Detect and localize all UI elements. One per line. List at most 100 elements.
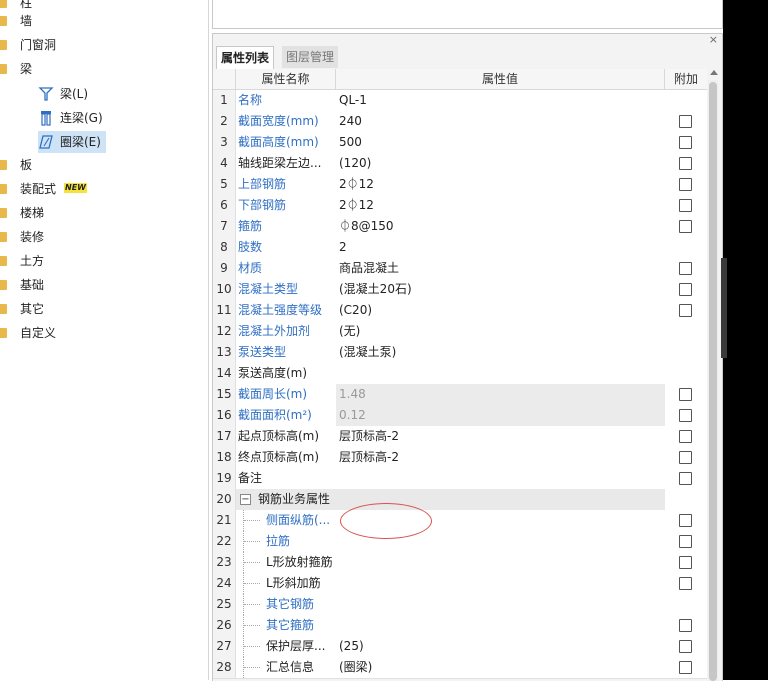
tree-item-label: 板 [20, 158, 33, 172]
property-row[interactable]: 28 汇总信息 (圈梁) [213, 657, 707, 679]
close-icon[interactable]: × [709, 34, 718, 46]
tree-item[interactable]: 其它 [0, 298, 200, 320]
tree-item[interactable]: 梁 [0, 58, 200, 80]
attach-checkbox[interactable] [679, 430, 692, 443]
property-row[interactable]: 7 箍筋 ⏀8@150 [213, 216, 707, 238]
tab-property-list[interactable]: 属性列表 [216, 46, 275, 69]
property-row[interactable]: 19 备注 [213, 468, 707, 490]
property-row[interactable]: 12 混凝土外加剂 (无) [213, 321, 707, 343]
tree-guide-line [244, 604, 260, 606]
property-row[interactable]: 2 截面宽度(mm) 240 [213, 111, 707, 133]
property-row[interactable]: 11 混凝土强度等级 (C20) [213, 300, 707, 322]
property-row[interactable]: 16 截面面积(m²) 0.12 [213, 405, 707, 427]
attach-checkbox[interactable] [679, 640, 692, 653]
property-row[interactable]: 9 材质 商品混凝土 [213, 258, 707, 280]
tree-child-item[interactable]: 圈梁(E) [38, 131, 106, 153]
property-value[interactable]: (混凝土泵) [336, 342, 666, 363]
property-value[interactable]: 层顶标高-2 [336, 426, 666, 447]
attach-checkbox[interactable] [679, 115, 692, 128]
attach-checkbox[interactable] [679, 178, 692, 191]
tree-item[interactable]: 墙 [0, 10, 200, 32]
property-row[interactable]: 21 侧面纵筋(... [213, 510, 707, 532]
property-row[interactable]: 14 泵送高度(m) [213, 363, 707, 385]
property-value[interactable] [336, 552, 666, 573]
property-name-cell: 轴线距梁左边... [236, 153, 338, 174]
property-row[interactable]: 3 截面高度(mm) 500 [213, 132, 707, 154]
attach-checkbox[interactable] [679, 262, 692, 275]
property-name: 材质 [238, 261, 263, 275]
property-row[interactable]: 15 截面周长(m) 1.48 [213, 384, 707, 406]
property-value[interactable]: ⏀8@150 [336, 216, 666, 237]
property-row[interactable]: 24 L形斜加筋 [213, 573, 707, 595]
property-row[interactable]: 25 其它钢筋 [213, 594, 707, 616]
tree-item[interactable]: 装修 [0, 226, 200, 248]
property-row[interactable]: 26 其它箍筋 [213, 615, 707, 637]
property-value[interactable] [336, 363, 666, 384]
attach-checkbox[interactable] [679, 199, 692, 212]
property-row[interactable]: 4 轴线距梁左边... (120) [213, 153, 707, 175]
property-value[interactable]: 2⏀12 [336, 174, 666, 195]
property-value[interactable]: (C20) [336, 300, 666, 321]
property-value[interactable] [336, 594, 666, 615]
tree-item[interactable]: 板 [0, 154, 200, 176]
tree-item[interactable]: 门窗洞 [0, 34, 200, 56]
property-row[interactable]: 20− 钢筋业务属性 [213, 489, 707, 511]
attach-checkbox[interactable] [679, 619, 692, 632]
property-row[interactable]: 27 保护层厚... (25) [213, 636, 707, 658]
scroll-up-icon[interactable] [710, 70, 718, 75]
attach-checkbox[interactable] [679, 304, 692, 317]
property-value[interactable]: QL-1 [336, 90, 666, 111]
attach-checkbox[interactable] [679, 388, 692, 401]
property-value[interactable]: 层顶标高-2 [336, 447, 666, 468]
attach-checkbox[interactable] [679, 157, 692, 170]
attach-checkbox[interactable] [679, 661, 692, 674]
property-value[interactable]: 240 [336, 111, 666, 132]
property-value[interactable]: (圈梁) [336, 657, 666, 678]
tree-item[interactable]: 装配式 NEW [0, 178, 200, 200]
tree-item[interactable]: 自定义 [0, 322, 200, 344]
property-value[interactable]: 500 [336, 132, 666, 153]
collapse-icon[interactable]: − [240, 494, 251, 505]
splitter-handle[interactable] [721, 258, 727, 358]
property-value[interactable]: (混凝土20石) [336, 279, 666, 300]
property-row[interactable]: 1 名称 QL-1 [213, 90, 707, 112]
attach-checkbox[interactable] [679, 577, 692, 590]
tree-child-item[interactable]: 连梁(G) [38, 107, 108, 129]
tree-item[interactable]: 基础 [0, 274, 200, 296]
tree-item[interactable]: 土方 [0, 250, 200, 272]
attach-checkbox[interactable] [679, 136, 692, 149]
vertical-scrollbar[interactable] [708, 80, 718, 681]
property-row[interactable]: 13 泵送类型 (混凝土泵) [213, 342, 707, 364]
attach-checkbox[interactable] [679, 451, 692, 464]
attach-checkbox[interactable] [679, 283, 692, 296]
tab-layer-management[interactable]: 图层管理 [282, 46, 339, 68]
attach-checkbox[interactable] [679, 514, 692, 527]
attach-checkbox[interactable] [679, 220, 692, 233]
property-name: 混凝土类型 [238, 282, 299, 296]
property-row[interactable]: 10 混凝土类型 (混凝土20石) [213, 279, 707, 301]
property-value[interactable]: (无) [336, 321, 666, 342]
property-value[interactable] [336, 615, 666, 636]
property-value[interactable]: 2⏀12 [336, 195, 666, 216]
property-value: 0.12 [336, 405, 666, 426]
attach-checkbox[interactable] [679, 556, 692, 569]
property-value[interactable]: (25) [336, 636, 666, 657]
property-value[interactable] [336, 468, 666, 489]
property-row[interactable]: 17 起点顶标高(m) 层顶标高-2 [213, 426, 707, 448]
property-row[interactable]: 22 拉筋 [213, 531, 707, 553]
attach-checkbox[interactable] [679, 535, 692, 548]
scrollbar-thumb[interactable] [709, 82, 717, 681]
property-row[interactable]: 5 上部钢筋 2⏀12 [213, 174, 707, 196]
attach-checkbox[interactable] [679, 409, 692, 422]
property-value[interactable] [336, 573, 666, 594]
property-value[interactable]: (120) [336, 153, 666, 174]
property-row[interactable]: 23 L形放射箍筋 [213, 552, 707, 574]
attach-checkbox[interactable] [679, 472, 692, 485]
property-row[interactable]: 6 下部钢筋 2⏀12 [213, 195, 707, 217]
property-row[interactable]: 18 终点顶标高(m) 层顶标高-2 [213, 447, 707, 469]
property-value[interactable]: 商品混凝土 [336, 258, 666, 279]
property-value[interactable]: 2 [336, 237, 666, 258]
property-row[interactable]: 8 肢数 2 [213, 237, 707, 259]
tree-child-item[interactable]: 梁(L) [38, 83, 108, 105]
tree-item[interactable]: 楼梯 [0, 202, 200, 224]
